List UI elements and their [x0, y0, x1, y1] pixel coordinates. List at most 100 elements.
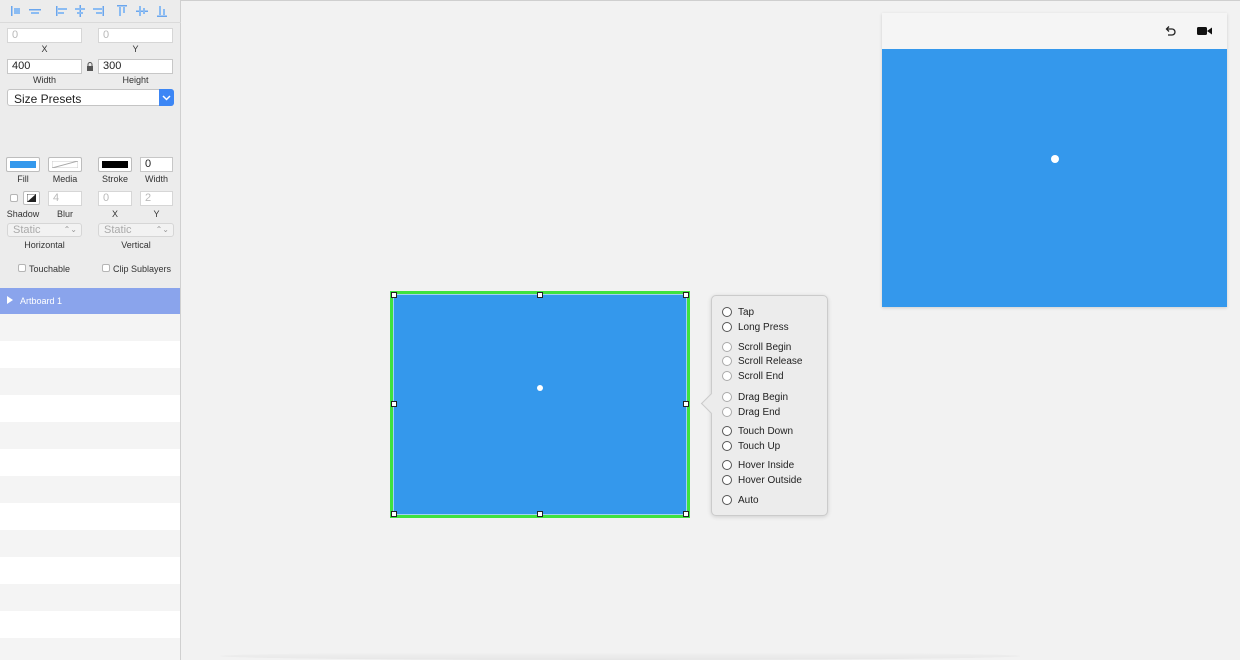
align-top-icon[interactable] — [116, 5, 128, 17]
resize-handle-right[interactable] — [683, 401, 689, 407]
stroke-width-field[interactable]: 0 — [140, 157, 173, 172]
radio-icon — [722, 475, 732, 485]
x-label: X — [41, 44, 48, 54]
resize-handle-bottom-left[interactable] — [391, 511, 397, 517]
preview-layer-center-point — [1051, 155, 1059, 163]
layer-row-empty — [0, 395, 180, 422]
layer-row-empty — [0, 638, 180, 660]
stroke-color-preview — [102, 161, 128, 168]
resize-handle-top-right[interactable] — [683, 292, 689, 298]
event-label: Scroll Begin — [738, 342, 792, 353]
layer-row-empty — [0, 557, 180, 584]
shadow-label: Shadow — [6, 209, 40, 219]
undo-icon[interactable] — [1164, 25, 1176, 40]
selected-layer-rectangle[interactable] — [390, 291, 690, 518]
disclosure-triangle-icon[interactable] — [7, 296, 13, 304]
fill-color-preview — [10, 161, 36, 168]
resize-handle-top[interactable] — [537, 292, 543, 298]
distribute-horizontal-icon[interactable] — [29, 5, 41, 17]
event-label: Touch Up — [738, 441, 781, 452]
align-center-icon[interactable] — [74, 5, 86, 17]
clip-sublayers-label: Clip Sublayers — [113, 264, 172, 274]
touchable-checkbox[interactable] — [18, 264, 26, 272]
up-down-chevron-icon: ⌃⌄ — [155, 225, 169, 234]
media-label: Media — [52, 174, 78, 184]
layer-row-empty — [0, 449, 180, 476]
event-label: Hover Inside — [738, 460, 795, 471]
alignment-toolbar — [0, 0, 181, 23]
event-label: Tap — [738, 307, 755, 318]
radio-icon — [722, 460, 732, 470]
size-presets-dropdown[interactable]: Size Presets — [7, 89, 174, 106]
video-camera-icon[interactable] — [1197, 26, 1212, 39]
shadow-color-swatch[interactable] — [23, 191, 40, 205]
align-left-icon[interactable] — [56, 5, 68, 17]
fill-color-swatch[interactable] — [6, 157, 40, 172]
horizontal-constraint-value: Static — [13, 224, 41, 236]
align-middle-icon[interactable] — [136, 5, 148, 17]
size-presets-label: Size Presets — [14, 92, 82, 106]
layers-list: Artboard 1 — [0, 288, 181, 660]
blur-label: Blur — [56, 209, 73, 219]
clip-sublayers-checkbox[interactable] — [102, 264, 110, 272]
radio-icon — [722, 371, 732, 381]
shadow-checkbox[interactable] — [10, 194, 18, 202]
canvas-bottom-edge — [220, 652, 1020, 660]
resize-handle-bottom[interactable] — [537, 511, 543, 517]
shadow-x-field[interactable]: 0 — [98, 191, 132, 206]
preview-window — [882, 13, 1227, 307]
layer-row-empty — [0, 368, 180, 395]
radio-icon — [722, 342, 732, 352]
shadow-x-label: X — [111, 209, 118, 219]
layer-row-empty — [0, 530, 180, 557]
inspector-panel: 0 X 0 Y 400 Width 300 Height Size Preset… — [0, 0, 181, 660]
layer-row-empty — [0, 611, 180, 638]
width-field[interactable]: 400 — [7, 59, 82, 74]
event-label: Scroll Release — [738, 356, 803, 367]
radio-icon — [722, 441, 732, 451]
preview-toolbar — [882, 13, 1227, 49]
align-bottom-icon[interactable] — [156, 5, 168, 17]
radio-icon — [722, 407, 732, 417]
vertical-constraint-select[interactable]: Static ⌃⌄ — [98, 223, 174, 237]
radio-icon — [722, 322, 732, 332]
no-media-icon — [52, 161, 78, 168]
shadow-blur-field[interactable]: 4 — [48, 191, 82, 206]
resize-handle-top-left[interactable] — [391, 292, 397, 298]
event-label: Scroll End — [738, 371, 784, 382]
media-swatch[interactable] — [48, 157, 82, 172]
fill-label: Fill — [17, 174, 29, 184]
resize-handle-left[interactable] — [391, 401, 397, 407]
align-left-edges-icon[interactable] — [10, 5, 22, 17]
horizontal-constraint-select[interactable]: Static ⌃⌄ — [7, 223, 82, 237]
layer-inner-border — [393, 294, 687, 515]
layer-name: Artboard 1 — [20, 296, 63, 306]
stroke-width-label: Width — [144, 174, 168, 184]
align-right-icon[interactable] — [92, 5, 104, 17]
event-popover: Tap Long Press Scroll Begin Scroll Relea… — [700, 295, 828, 516]
width-label: Width — [32, 75, 56, 85]
radio-icon — [722, 356, 732, 366]
x-position-field[interactable]: 0 — [7, 28, 82, 43]
shadow-color-icon — [27, 194, 36, 202]
stroke-label: Stroke — [101, 174, 128, 184]
layer-row-empty — [0, 341, 180, 368]
height-label: Height — [122, 75, 149, 85]
layer-center-point[interactable] — [537, 385, 543, 391]
height-field[interactable]: 300 — [98, 59, 173, 74]
layer-row-empty — [0, 314, 180, 341]
touchable-label: Touchable — [29, 264, 71, 274]
aspect-lock-icon[interactable] — [86, 62, 94, 74]
vertical-label: Vertical — [121, 240, 151, 250]
resize-handle-bottom-right[interactable] — [683, 511, 689, 517]
shadow-y-field[interactable]: 2 — [140, 191, 173, 206]
window-top-border — [0, 0, 1240, 1]
layer-row-empty — [0, 476, 180, 503]
event-label: Drag Begin — [738, 392, 789, 403]
event-label: Auto — [738, 495, 759, 506]
radio-icon — [722, 307, 732, 317]
stroke-color-swatch[interactable] — [98, 157, 132, 172]
layer-row-artboard-1[interactable]: Artboard 1 — [0, 288, 180, 314]
y-position-field[interactable]: 0 — [98, 28, 173, 43]
event-label: Long Press — [738, 322, 789, 333]
